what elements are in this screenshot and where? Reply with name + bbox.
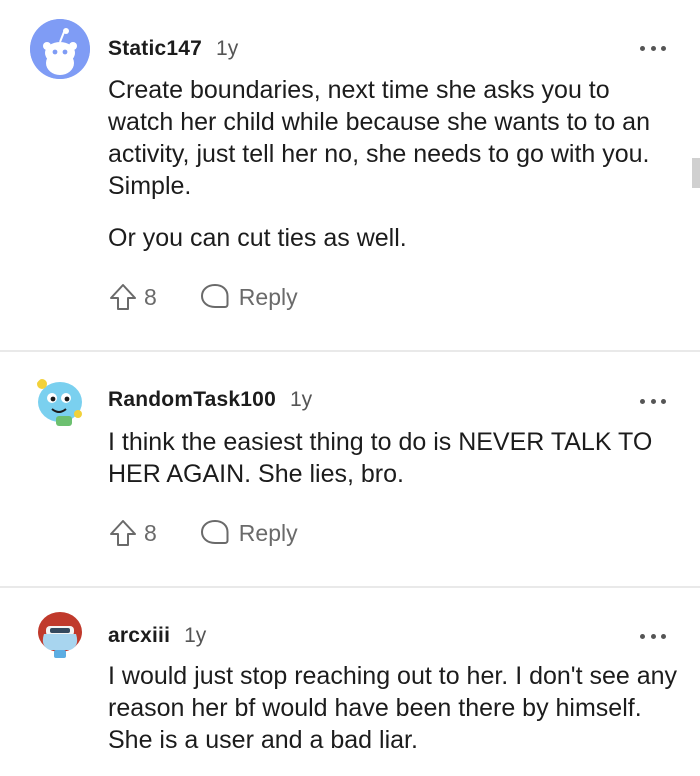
comment-paragraph: I think the easiest thing to do is NEVER… xyxy=(108,428,653,488)
comment-header: arcxiii 1y xyxy=(108,624,206,648)
upvote-arrow-icon xyxy=(110,284,136,310)
more-options-icon[interactable] xyxy=(640,632,666,640)
comment-age: 1y xyxy=(216,37,239,60)
more-options-icon[interactable] xyxy=(640,44,666,52)
more-options-icon[interactable] xyxy=(640,397,666,405)
comment-bubble-icon xyxy=(200,284,229,308)
comment-paragraph: Or you can cut ties as well. xyxy=(108,224,407,252)
username[interactable]: arcxiii xyxy=(108,624,170,648)
reply-button[interactable]: Reply xyxy=(199,282,298,312)
comment-age: 1y xyxy=(289,388,313,411)
upvote-button[interactable]: 8 xyxy=(108,518,157,548)
comment-paragraph: I would just stop reaching out to her. I… xyxy=(108,662,678,754)
comment-actions: 8 Reply xyxy=(108,516,298,550)
comment-static147: Static147 1y Create boundaries, next tim… xyxy=(0,0,700,350)
comment-randomtask100: RandomTask100 1y I think the easiest thi… xyxy=(0,352,700,586)
comment-bubble-icon xyxy=(200,520,229,544)
snoo-avatar-icon xyxy=(30,19,90,79)
scrollbar-thumb[interactable] xyxy=(692,158,700,188)
avatar[interactable] xyxy=(30,372,90,432)
avatar[interactable] xyxy=(30,604,90,664)
comment-body: I would just stop reaching out to her. I… xyxy=(108,660,678,756)
blob-creature-avatar-icon xyxy=(37,379,82,426)
comment-age: 1y xyxy=(184,624,207,647)
comment-arcxiii: arcxiii 1y I would just stop reaching ou… xyxy=(0,588,700,776)
vote-count: 8 xyxy=(144,519,157,546)
reply-label: Reply xyxy=(238,519,298,546)
comment-body: Create boundaries, next time she asks yo… xyxy=(108,74,678,254)
comment-header: Static147 1y xyxy=(108,37,238,61)
reply-label: Reply xyxy=(238,283,298,310)
username[interactable]: RandomTask100 xyxy=(108,388,276,412)
avatar[interactable] xyxy=(30,19,90,79)
vote-count: 8 xyxy=(144,283,157,310)
upvote-arrow-icon xyxy=(110,520,136,546)
upvote-button[interactable]: 8 xyxy=(108,282,157,312)
comment-actions: 8 Reply xyxy=(108,280,298,314)
comment-body: I think the easiest thing to do is NEVER… xyxy=(108,426,678,490)
helmet-avatar-icon xyxy=(38,612,82,658)
username[interactable]: Static147 xyxy=(108,37,202,61)
comment-paragraph: Create boundaries, next time she asks yo… xyxy=(108,76,650,200)
reply-button[interactable]: Reply xyxy=(199,518,298,548)
comment-header: RandomTask100 1y xyxy=(108,388,312,412)
